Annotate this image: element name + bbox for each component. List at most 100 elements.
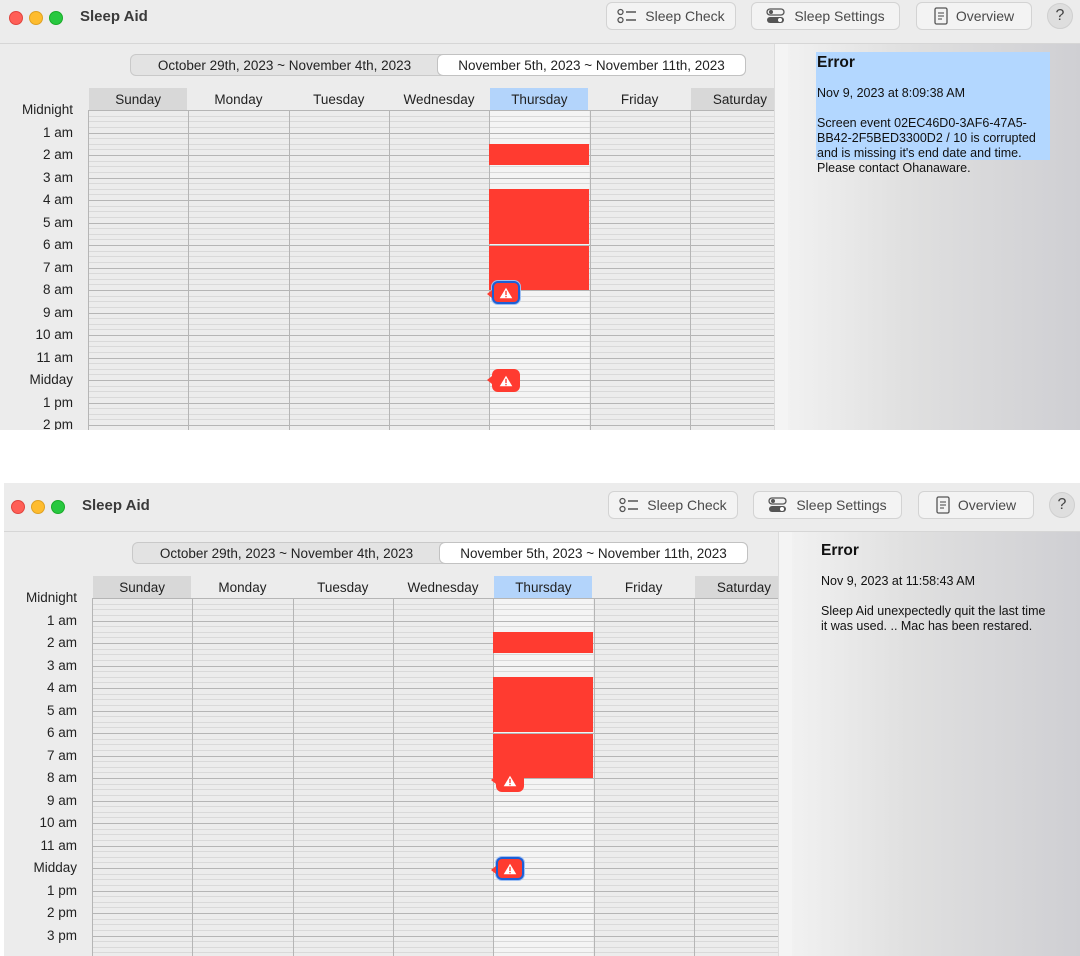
split-divider[interactable] <box>778 532 793 956</box>
sleep-settings-button[interactable]: Sleep Settings <box>753 491 902 519</box>
quarter-gridline <box>92 896 778 898</box>
hour-label: 4 am <box>42 192 73 207</box>
quarter-gridline <box>88 166 774 168</box>
hour-label: 1 pm <box>46 882 77 898</box>
hour-label: 2 pm <box>46 905 77 920</box>
help-button[interactable]: ? <box>1047 3 1073 29</box>
time-grid[interactable] <box>88 110 774 430</box>
help-button[interactable]: ? <box>1049 492 1075 518</box>
quarter-gridline <box>88 126 774 128</box>
warning-badge[interactable] <box>487 281 521 305</box>
quarter-gridline <box>92 794 778 796</box>
day-header-monday[interactable]: Monday <box>189 88 287 110</box>
hour-label: 6 am <box>46 725 77 740</box>
day-header-friday[interactable]: Friday <box>591 88 689 110</box>
hour-label: 9 am <box>46 792 77 808</box>
quarter-gridline <box>88 301 774 303</box>
hour-gridline <box>88 110 774 111</box>
hour-label: 8 am <box>42 282 73 297</box>
overview-button[interactable]: Overview <box>916 2 1032 30</box>
day-header-wednesday[interactable]: Wednesday <box>390 88 488 110</box>
day-header-sunday[interactable]: Sunday <box>93 576 192 598</box>
hour-gridline <box>92 598 778 599</box>
quarter-gridline <box>88 205 774 207</box>
quarter-gridline <box>92 929 778 931</box>
day-header-monday[interactable]: Monday <box>193 576 291 598</box>
quarter-gridline <box>92 772 778 774</box>
sleep-settings-button[interactable]: Sleep Settings <box>751 2 900 30</box>
zoom-button[interactable] <box>51 500 65 514</box>
quarter-gridline <box>92 744 778 746</box>
day-header-thursday[interactable]: Thursday <box>490 88 589 110</box>
close-button[interactable] <box>11 500 25 514</box>
quarter-gridline <box>92 648 778 650</box>
sleep-event-block[interactable] <box>489 143 590 166</box>
quarter-gridline <box>92 856 778 858</box>
hour-gridline <box>88 335 774 336</box>
close-button[interactable] <box>9 11 23 25</box>
quarter-gridline <box>92 637 778 639</box>
hour-label: 10 am <box>39 815 77 830</box>
hour-label: 6 am <box>42 237 73 252</box>
day-gridline <box>188 110 190 430</box>
hour-gridline <box>88 222 774 224</box>
quarter-gridline <box>88 363 774 365</box>
hour-gridline <box>88 402 774 404</box>
quarter-gridline <box>92 614 778 616</box>
hour-label: 11 am <box>36 349 73 365</box>
week-segment-1[interactable]: November 5th, 2023 ~ November 11th, 2023 <box>438 55 745 75</box>
quarter-gridline <box>92 901 778 903</box>
hour-label: 3 am <box>42 169 73 185</box>
quarter-gridline <box>88 216 774 218</box>
warning-badge[interactable] <box>491 857 525 880</box>
quarter-gridline <box>88 340 774 342</box>
quarter-gridline <box>88 273 774 275</box>
week-selector[interactable]: October 29th, 2023 ~ November 4th, 2023 … <box>132 542 748 564</box>
day-header-friday[interactable]: Friday <box>595 576 693 598</box>
sleep-event-block[interactable] <box>489 188 590 244</box>
hour-label: Midday <box>29 372 73 387</box>
warning-badge[interactable] <box>487 369 521 392</box>
week-segment-1[interactable]: November 5th, 2023 ~ November 11th, 2023 <box>440 543 747 563</box>
overview-label: Overview <box>955 8 1015 24</box>
quarter-gridline <box>92 671 778 673</box>
calendar-area: October 29th, 2023 ~ November 4th, 2023 … <box>0 44 790 430</box>
warning-badge[interactable] <box>491 769 525 793</box>
quarter-gridline <box>88 295 774 297</box>
hour-gridline <box>88 290 774 291</box>
quarter-gridline <box>92 682 778 684</box>
day-header-thursday[interactable]: Thursday <box>494 576 593 598</box>
hour-label: 2 am <box>46 635 77 650</box>
overview-button[interactable]: Overview <box>918 491 1034 519</box>
hour-label: 1 pm <box>42 394 73 410</box>
hour-gridline <box>88 380 774 381</box>
quarter-gridline <box>88 391 774 393</box>
day-gridline <box>693 598 695 956</box>
week-segment-0[interactable]: October 29th, 2023 ~ November 4th, 2023 <box>131 55 438 75</box>
hour-label: Midday <box>33 860 77 875</box>
day-header-tuesday[interactable]: Tuesday <box>290 88 388 110</box>
sleep-event-block[interactable] <box>493 631 594 654</box>
quarter-gridline <box>88 323 774 325</box>
sleep-check-button[interactable]: Sleep Check <box>606 2 736 30</box>
day-header-wednesday[interactable]: Wednesday <box>394 576 492 598</box>
day-gridline <box>589 110 591 430</box>
week-selector[interactable]: October 29th, 2023 ~ November 4th, 2023 … <box>130 54 746 76</box>
minimize-button[interactable] <box>29 11 43 25</box>
sleep-check-button[interactable]: Sleep Check <box>608 491 738 519</box>
time-grid[interactable] <box>92 598 778 956</box>
quarter-gridline <box>88 239 774 241</box>
split-divider[interactable] <box>774 44 789 430</box>
hour-label: 4 am <box>46 680 77 695</box>
quarter-gridline <box>88 368 774 370</box>
sleep-event-block[interactable] <box>493 676 594 732</box>
hour-label: Midnight <box>21 102 73 117</box>
hour-label: 8 am <box>46 770 77 785</box>
day-header-sunday[interactable]: Sunday <box>89 88 188 110</box>
quarter-gridline <box>88 138 774 140</box>
week-segment-0[interactable]: October 29th, 2023 ~ November 4th, 2023 <box>133 543 440 563</box>
zoom-button[interactable] <box>49 11 63 25</box>
quarter-gridline <box>88 143 774 145</box>
minimize-button[interactable] <box>31 500 45 514</box>
day-header-tuesday[interactable]: Tuesday <box>294 576 392 598</box>
